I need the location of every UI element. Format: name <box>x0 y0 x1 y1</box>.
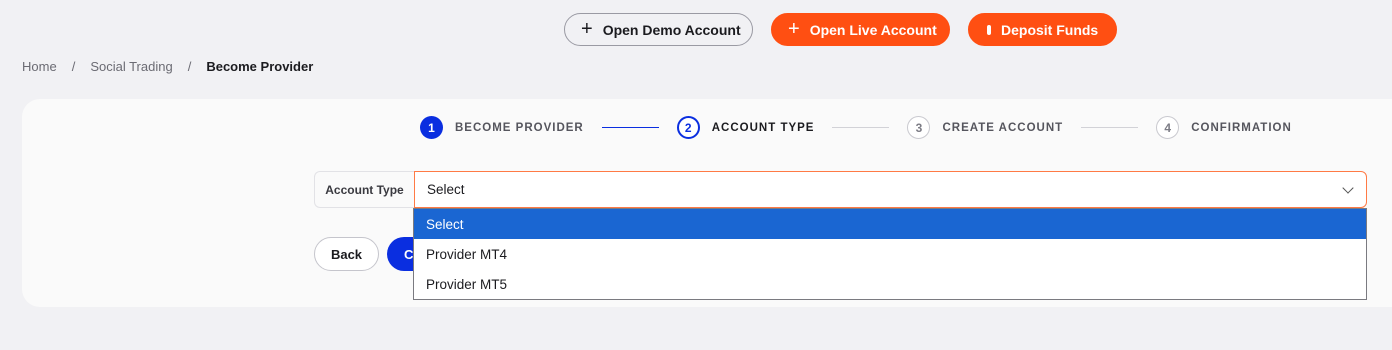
step-label: ACCOUNT TYPE <box>711 121 815 134</box>
account-type-row: Account Type Select <box>314 171 1367 208</box>
step-number-2: 2 <box>676 116 700 139</box>
plus-icon: + <box>788 17 800 40</box>
breadcrumb-current: Become Provider <box>206 59 314 74</box>
open-live-account-label: Open Live Account <box>809 21 937 38</box>
step-label: CREATE ACCOUNT <box>942 121 1064 134</box>
step-become-provider: 1 BECOME PROVIDER <box>420 116 584 139</box>
breadcrumb-separator: / <box>187 59 192 74</box>
dropdown-option-select[interactable]: Select <box>414 209 1366 239</box>
breadcrumb-social-trading[interactable]: Social Trading <box>90 59 172 74</box>
step-number-1: 1 <box>420 116 443 139</box>
breadcrumb: Home / Social Trading / Become Provider <box>22 59 313 74</box>
deposit-funds-button[interactable]: Deposit Funds <box>968 13 1117 46</box>
back-button[interactable]: Back <box>314 237 379 271</box>
step-label: CONFIRMATION <box>1191 121 1292 134</box>
step-connector <box>832 127 890 128</box>
step-number-3: 3 <box>907 116 931 139</box>
breadcrumb-separator: / <box>71 59 76 74</box>
account-type-label: Account Type <box>314 171 414 208</box>
step-create-account: 3 CREATE ACCOUNT <box>907 116 1063 139</box>
step-account-type: 2 ACCOUNT TYPE <box>676 116 815 139</box>
chevron-down-icon <box>1342 181 1354 194</box>
step-confirmation: 4 CONFIRMATION <box>1156 116 1292 139</box>
open-demo-account-label: Open Demo Account <box>602 21 741 38</box>
plus-icon: + <box>581 17 593 40</box>
step-connector <box>1081 127 1139 128</box>
deposit-funds-label: Deposit Funds <box>1001 21 1099 38</box>
step-number-4: 4 <box>1156 116 1180 139</box>
open-live-account-button[interactable]: + Open Live Account <box>771 13 950 46</box>
account-type-value: Select <box>427 182 465 197</box>
step-label: BECOME PROVIDER <box>455 121 584 134</box>
dropdown-option-provider-mt5[interactable]: Provider MT5 <box>414 269 1366 299</box>
stepper: 1 BECOME PROVIDER 2 ACCOUNT TYPE 3 CREAT… <box>420 116 1292 139</box>
credit-card-icon <box>987 24 991 35</box>
dropdown-option-provider-mt4[interactable]: Provider MT4 <box>414 239 1366 269</box>
open-demo-account-button[interactable]: + Open Demo Account <box>564 13 753 46</box>
account-type-select[interactable]: Select <box>414 171 1367 208</box>
step-connector <box>601 126 659 129</box>
breadcrumb-home[interactable]: Home <box>22 59 57 74</box>
top-action-bar: + Open Demo Account + Open Live Account … <box>564 13 1117 46</box>
account-type-dropdown: Select Provider MT4 Provider MT5 <box>413 208 1367 300</box>
